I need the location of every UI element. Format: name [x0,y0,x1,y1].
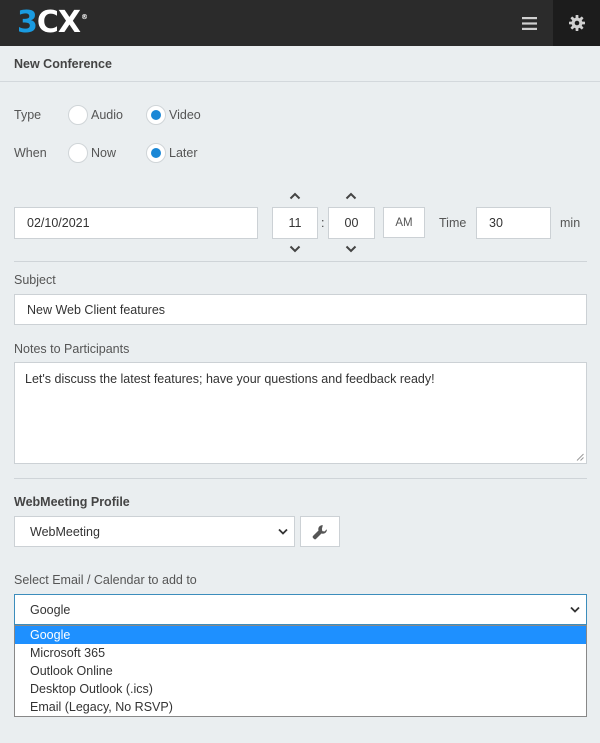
top-bar: 3 CX ® [0,0,600,46]
minute-up-button[interactable] [344,191,358,201]
calendar-option-email-legacy[interactable]: Email (Legacy, No RSVP) [15,698,586,716]
radio-selected-dot [151,110,161,120]
section-divider [14,478,587,479]
subject-input[interactable]: New Web Client features [14,294,587,325]
calendar-label: Select Email / Calendar to add to [14,573,197,587]
chevron-down-icon [289,245,301,253]
chevron-up-icon [345,192,357,200]
when-later-label: Later [169,146,198,160]
type-audio-radio[interactable]: Audio [68,105,123,125]
logo-registered-mark: ® [81,13,88,21]
menu-button[interactable] [505,0,553,46]
calendar-select[interactable]: Google [14,594,587,625]
radio-selected-dot [151,148,161,158]
profile-label: WebMeeting Profile [14,495,130,509]
ampm-toggle[interactable]: AM [383,207,425,238]
when-label: When [14,146,47,160]
resize-grip-icon[interactable] [576,453,584,461]
profile-select[interactable]: WebMeeting [14,516,295,547]
calendar-option-google[interactable]: Google [15,626,586,644]
when-now-radio[interactable]: Now [68,143,116,163]
logo-cx: CX [36,5,81,40]
duration-unit: min [560,216,581,230]
hour-input[interactable]: 11 [272,207,318,239]
type-video-radio[interactable]: Video [146,105,201,125]
hour-up-button[interactable] [288,191,302,201]
section-divider [14,261,587,262]
settings-button[interactable] [553,0,600,46]
gear-icon [568,15,585,31]
profile-selected-value: WebMeeting [30,524,100,539]
radio-circle [146,105,166,125]
duration-label: Time [439,216,467,230]
radio-circle [146,143,166,163]
date-input[interactable]: 02/10/2021 [14,207,258,239]
chevron-down-icon [345,245,357,253]
when-now-label: Now [91,146,117,160]
profile-settings-button[interactable] [300,516,340,547]
3cx-logo[interactable]: 3 CX ® [17,5,88,40]
radio-circle [68,143,88,163]
minute-down-button[interactable] [344,244,358,254]
calendar-option-outlook-online[interactable]: Outlook Online [15,662,586,680]
type-label: Type [14,108,42,122]
notes-textarea[interactable]: Let's discuss the latest features; have … [14,362,587,464]
logo-three: 3 [17,5,38,40]
when-later-radio[interactable]: Later [146,143,198,163]
hamburger-icon [521,16,537,30]
duration-input[interactable]: 30 [476,207,551,239]
chevron-down-icon [278,528,288,535]
calendar-option-desktop-outlook[interactable]: Desktop Outlook (.ics) [15,680,586,698]
notes-label: Notes to Participants [14,342,130,356]
header-divider [0,81,600,82]
time-separator: : [321,216,325,230]
type-video-label: Video [169,108,201,122]
notes-text: Let's discuss the latest features; have … [25,372,435,386]
hour-down-button[interactable] [288,244,302,254]
radio-circle [68,105,88,125]
chevron-down-icon [570,606,580,613]
calendar-dropdown-list: Google Microsoft 365 Outlook Online Desk… [14,625,587,717]
calendar-selected-value: Google [30,602,71,617]
minute-input[interactable]: 00 [328,207,375,239]
wrench-icon [312,524,327,539]
subject-label: Subject [14,273,56,287]
chevron-up-icon [289,192,301,200]
type-audio-label: Audio [91,108,123,122]
page-title: New Conference [14,57,112,71]
calendar-option-microsoft-365[interactable]: Microsoft 365 [15,644,586,662]
